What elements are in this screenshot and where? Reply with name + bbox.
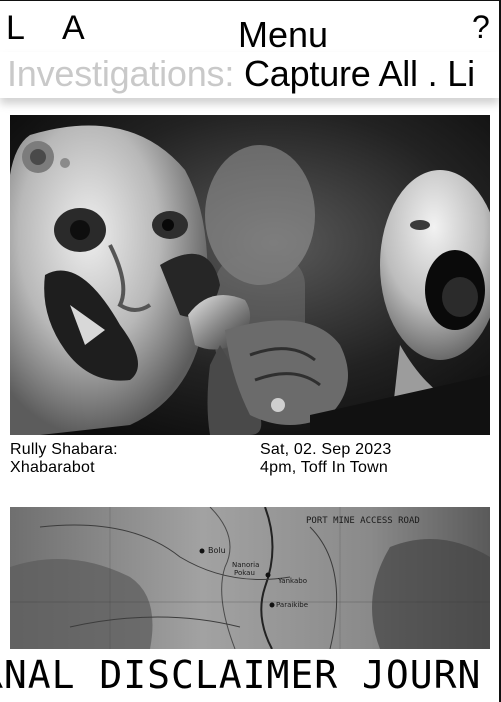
event-schedule: Sat, 02. Sep 2023 4pm, Toff In Town <box>260 441 490 477</box>
marquee-text: RNAL DISCLAIMER JOURN <box>0 653 482 697</box>
disclaimer-marquee[interactable]: RNAL DISCLAIMER JOURN <box>0 652 499 702</box>
event-title-line-1: Rully Shabara: <box>10 441 118 458</box>
page: L A Menu ? Investigations: Capture All .… <box>0 0 501 702</box>
event-card[interactable]: Rully Shabara: Xhabarabot Sat, 02. Sep 2… <box>10 115 490 479</box>
brand-letter-l-link[interactable]: L <box>6 11 25 45</box>
event-title-line-2: Xhabarabot <box>10 459 95 476</box>
ticker-content: Investigations: Capture All . Li <box>7 56 475 92</box>
map-label-paraikibe: Paraikibe <box>276 601 308 609</box>
ticker-prefix: Investigations: <box>7 53 235 94</box>
event-meta: Rully Shabara: Xhabarabot Sat, 02. Sep 2… <box>10 435 490 479</box>
map-label-nanoria: Nanoria <box>232 561 259 569</box>
investigations-ticker[interactable]: Investigations: Capture All . Li <box>0 52 499 98</box>
menu-button[interactable]: Menu <box>238 17 328 53</box>
help-button[interactable]: ? <box>472 11 490 43</box>
topographic-map-graphic: PORT MINE ACCESS ROAD Bolu Nanoria Pokau… <box>10 507 490 649</box>
event-image[interactable] <box>10 115 490 435</box>
brand-letter-a-link[interactable]: A <box>62 11 85 45</box>
event-time-venue: 4pm, Toff In Town <box>260 459 388 476</box>
map-label-pokau: Pokau <box>234 569 255 577</box>
map-label-road: PORT MINE ACCESS ROAD <box>306 516 420 526</box>
map-image[interactable]: PORT MINE ACCESS ROAD Bolu Nanoria Pokau… <box>10 507 490 649</box>
event-photo-graphic <box>10 115 490 435</box>
ticker-investigation-link[interactable]: Capture All . Li <box>244 53 475 94</box>
event-date: Sat, 02. Sep 2023 <box>260 441 392 458</box>
top-navigation-bar: L A Menu ? <box>0 0 499 53</box>
event-title[interactable]: Rully Shabara: Xhabarabot <box>10 441 250 477</box>
map-label-yankabo: Yankabo <box>277 577 307 585</box>
map-label-bolu: Bolu <box>208 546 226 555</box>
